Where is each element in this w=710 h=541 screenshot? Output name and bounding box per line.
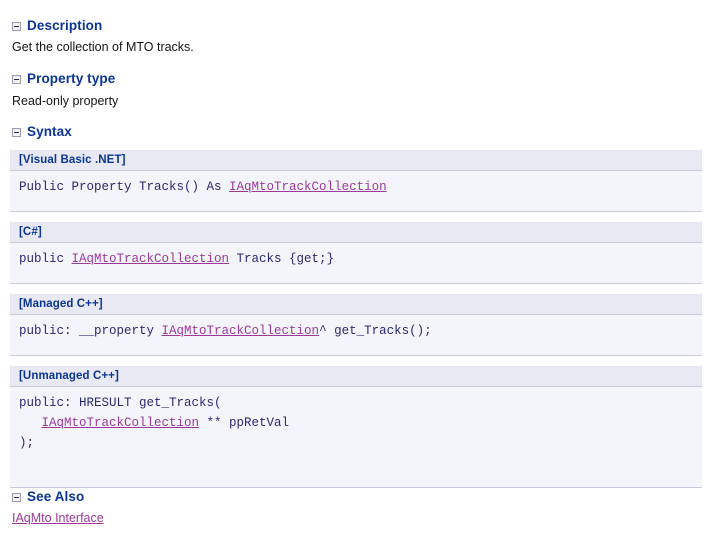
type-link[interactable]: IAqMtoTrackCollection [72, 252, 230, 266]
code-snippet: Public Property Tracks() As IAqMtoTrackC… [10, 171, 702, 212]
section-header-property-type[interactable]: Property type [0, 71, 115, 87]
code-text-before: Public Property Tracks() As [19, 180, 230, 194]
section-header-syntax[interactable]: Syntax [0, 124, 72, 140]
section-header-see-also[interactable]: See Also [0, 489, 84, 505]
section-title-syntax: Syntax [27, 124, 72, 139]
language-label: [Managed C++] [10, 294, 702, 315]
syntax-block: [Visual Basic .NET] Public Property Trac… [10, 150, 702, 212]
language-label: [C#] [10, 222, 702, 243]
syntax-blocks: [Visual Basic .NET] Public Property Trac… [10, 150, 702, 488]
syntax-block: [Unmanaged C++] public: HRESULT get_Trac… [10, 366, 702, 488]
code-text-after: ^ get_Tracks(); [319, 324, 432, 338]
type-link[interactable]: IAqMtoTrackCollection [162, 324, 320, 338]
code-snippet: public: HRESULT get_Tracks( IAqMtoTrackC… [10, 387, 702, 488]
type-link[interactable]: IAqMtoTrackCollection [42, 416, 200, 430]
property-type-text: Read-only property [12, 94, 119, 108]
collapse-minus-icon[interactable] [12, 74, 21, 84]
syntax-block: [Managed C++] public: __property IAqMtoT… [10, 294, 702, 356]
collapse-minus-icon[interactable] [12, 492, 21, 502]
code-snippet: public IAqMtoTrackCollection Tracks {get… [10, 243, 702, 284]
section-header-description[interactable]: Description [0, 18, 102, 34]
see-also-link-iaqmto-interface[interactable]: IAqMto Interface [0, 511, 104, 526]
code-text-after: Tracks {get;} [229, 252, 335, 266]
code-text-before: public: __property [19, 324, 162, 338]
section-title-property-type: Property type [27, 71, 116, 86]
code-text-before: public [19, 252, 72, 266]
see-also-list: IAqMto Interface [0, 511, 104, 526]
documentation-page: Description Get the collection of MTO tr… [0, 0, 710, 541]
syntax-block: [C#] public IAqMtoTrackCollection Tracks… [10, 222, 702, 284]
type-link[interactable]: IAqMtoTrackCollection [229, 180, 387, 194]
code-snippet: public: __property IAqMtoTrackCollection… [10, 315, 702, 356]
section-title-description: Description [27, 18, 103, 33]
language-label: [Unmanaged C++] [10, 366, 702, 387]
collapse-minus-icon[interactable] [12, 127, 21, 137]
language-label: [Visual Basic .NET] [10, 150, 702, 171]
collapse-minus-icon[interactable] [12, 21, 21, 31]
description-text: Get the collection of MTO tracks. [12, 40, 194, 54]
section-title-see-also: See Also [27, 489, 85, 504]
